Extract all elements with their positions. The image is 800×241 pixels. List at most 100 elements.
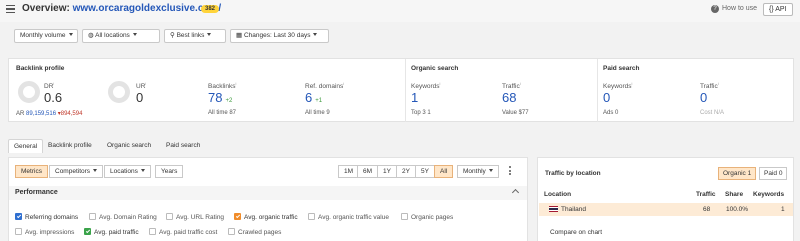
years-segment[interactable]: Years [155,165,184,178]
period-2y[interactable]: 2Y [396,165,416,178]
calendar-icon: ▦ [236,32,244,39]
column-share[interactable]: Share [725,191,743,198]
caret-down-icon [488,169,493,172]
locations-segment-dropdown[interactable]: Locations [104,165,151,178]
caret-down-icon [132,33,137,36]
dr-value: 0.6 [44,90,63,105]
paid-traffic-label: Traffici [700,81,719,91]
backlinks-value[interactable]: 78 +2 [208,90,232,105]
keywords-cell: 1 [781,206,785,213]
paid-ads: Ads 0 [603,110,619,116]
organic-keywords-label: Keywordsi [411,81,441,91]
checkbox-avg-organic-traffic[interactable]: Avg. organic traffic [234,213,298,221]
tab-organic-search[interactable]: Organic search [102,139,156,153]
competitors-dropdown[interactable]: Competitors [49,165,104,178]
ur-label: URi [136,81,147,91]
locations-segment-label: Locations [110,168,138,175]
divider [597,59,598,122]
organic-keywords-value[interactable]: 1 [411,90,418,105]
paid-keywords-value[interactable]: 0 [603,90,610,105]
checkbox-avg-url-rating[interactable]: Avg. URL Rating [166,213,224,221]
locations-label: All locations [95,32,130,39]
checkbox-referring-domains[interactable]: Referring domains [15,213,78,221]
top-header: Overview: www.orcaragoldexclusive.com/ 3… [0,0,800,22]
best-links-dropdown[interactable]: ⚲ Best links [164,29,226,43]
checkbox-avg-organic-traffic-value[interactable]: Avg. organic traffic value [308,213,389,221]
ar-value[interactable]: 89,159,516 [26,111,56,117]
ar-stat: AR 89,159,516 ▾894,594 [16,111,83,117]
divider [405,59,406,122]
performance-header[interactable]: Performance [9,186,527,200]
backlinks-alltime: All time 87 [208,110,237,116]
organic-traffic-value[interactable]: 68 [502,90,516,105]
column-traffic[interactable]: Traffic [696,191,716,198]
caret-down-icon [140,169,145,172]
checkbox-avg-impressions[interactable]: Avg. impressions [15,228,74,236]
period-1y[interactable]: 1Y [377,165,397,178]
overview-label: Overview: [22,3,70,14]
menu-icon[interactable] [6,5,15,14]
locations-dropdown[interactable]: ◍ All locations [82,29,160,43]
paid-search-title: Paid search [603,65,640,72]
backlinks-delta: +2 [225,98,233,104]
changes-dropdown[interactable]: ▦ Changes: Last 30 days [230,29,329,43]
paid-traffic-value[interactable]: 0 [700,90,707,105]
checkbox-organic-pages[interactable]: Organic pages [401,213,453,221]
monthly-volume-label: Monthly volume [20,32,66,39]
link-icon: ⚲ [170,32,177,39]
how-to-use-label: How to use [722,5,758,12]
status-badge: 382 [201,5,220,13]
ur-value: 0 [136,90,144,105]
share-cell: 100.0% [726,206,749,213]
period-6m[interactable]: 6M [357,165,379,178]
checkbox-avg-paid-traffic[interactable]: Avg. paid traffic [84,228,139,236]
ref-domains-value[interactable]: 6 +1 [305,90,322,105]
ur-gauge [108,81,130,103]
backlink-profile-title: Backlink profile [16,65,65,72]
tab-general[interactable]: General [8,139,44,153]
more-vertical-icon[interactable] [509,166,512,177]
tab-backlink-profile[interactable]: Backlink profile [43,139,97,153]
how-to-use-link[interactable]: ? How to use [711,5,757,13]
location-cell: Thailand [549,206,586,213]
traffic-by-location-title: Traffic by location [545,170,601,177]
best-links-label: Best links [176,32,205,39]
organic-value: Value $77 [502,110,529,116]
interval-dropdown[interactable]: Monthly [457,165,499,178]
page-title: Overview: www.orcaragoldexclusive.com/ [22,3,221,14]
compare-on-chart-link[interactable]: Compare on chart [550,229,602,236]
domain-link[interactable]: www.orcaragoldexclusive.com/ [73,3,222,14]
paid-cost: Cost N/A [700,110,725,116]
column-keywords[interactable]: Keywords [753,191,784,198]
traffic-cell: 68 [703,206,711,213]
api-button[interactable]: {} API [763,3,793,16]
checkbox-crawled-pages[interactable]: Crawled pages [228,228,281,236]
checkbox-avg-domain-rating[interactable]: Avg. Domain Rating [89,213,157,221]
period-1m[interactable]: 1M [338,165,360,178]
competitors-label: Competitors [55,168,91,175]
ar-delta: ▾894,594 [57,111,83,117]
organic-toggle[interactable]: Organic 1 [718,167,757,180]
monthly-volume-dropdown[interactable]: Monthly volume [14,29,78,43]
dr-label: DRi [44,81,55,91]
caret-down-icon [68,33,73,36]
checkbox-avg-paid-traffic-cost[interactable]: Avg. paid traffic cost [149,228,217,236]
paid-keywords-label: Keywordsi [603,81,633,91]
ref-domains-delta: +1 [315,98,323,104]
metrics-segment[interactable]: Metrics [15,165,48,178]
organic-top3: Top 3 1 [411,110,431,116]
interval-label: Monthly [463,168,486,175]
ref-domains-label: Ref. domainsi [305,81,345,91]
caret-down-icon [313,33,318,36]
tab-paid-search[interactable]: Paid search [161,139,205,153]
organic-traffic-label: Traffici [502,81,521,91]
paid-toggle[interactable]: Paid 0 [759,167,788,180]
period-5y[interactable]: 5Y [415,165,435,178]
dr-gauge [18,81,40,103]
column-location[interactable]: Location [544,191,571,198]
caret-down-icon [207,33,212,36]
period-all[interactable]: All [434,165,454,178]
changes-label: Changes: Last 30 days [243,32,311,39]
chevron-up-icon[interactable] [511,188,520,197]
performance-panel: Metrics Competitors Locations Years 1M 6… [8,157,528,241]
